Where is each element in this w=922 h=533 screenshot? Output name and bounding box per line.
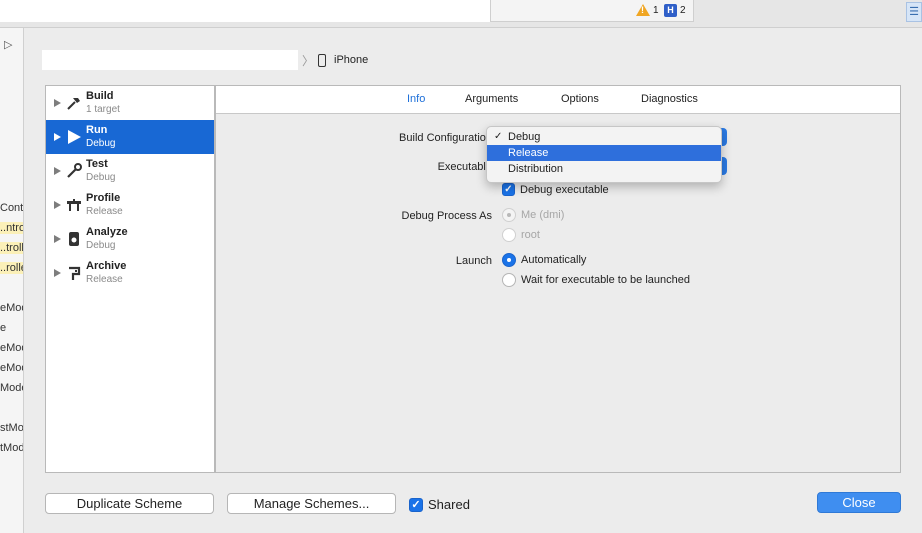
tab-options[interactable]: Options (561, 93, 599, 105)
launch-label: Launch (455, 255, 492, 267)
debug-process-root-label: root (521, 229, 540, 241)
menu-item-distribution[interactable]: Distribution (487, 161, 721, 177)
navigator-item[interactable]: ..ntrol (0, 222, 23, 234)
navigator-item[interactable]: Model (0, 382, 23, 394)
tab-arguments[interactable]: Arguments (465, 93, 518, 105)
menu-item-release[interactable]: Release (487, 145, 721, 161)
warning-count: 1 (653, 4, 659, 16)
checkmark-icon: ✓ (409, 497, 423, 512)
destination-label: iPhone (334, 54, 369, 66)
launch-automatically-radio[interactable]: Automatically (502, 253, 586, 267)
warning-icon (636, 4, 650, 16)
close-button[interactable]: Close (817, 492, 901, 513)
action-name: Run (86, 124, 108, 136)
scheme-name-field[interactable] (42, 50, 298, 70)
issue-icon: H (664, 4, 677, 17)
action-name: Build (86, 90, 114, 102)
navigator-item[interactable]: stMod (0, 422, 23, 434)
wrench-icon (66, 163, 82, 179)
action-run[interactable]: Run Debug (46, 120, 214, 154)
scheme-editor-sheet: 〉 iPhone Build 1 target Run Debug Test D… (25, 28, 922, 533)
action-analyze[interactable]: Analyze Debug (46, 222, 214, 256)
disclosure-triangle-icon[interactable] (54, 235, 61, 243)
issue-count-badge[interactable]: H 2 (664, 4, 686, 17)
play-icon (66, 129, 82, 145)
action-build[interactable]: Build 1 target (46, 86, 214, 120)
manage-schemes-button[interactable]: Manage Schemes... (227, 493, 396, 514)
radio-icon (502, 273, 516, 287)
scheme-selector[interactable]: 〉 iPhone (42, 50, 368, 70)
action-test[interactable]: Test Debug (46, 154, 214, 188)
navigator-item[interactable]: eMod (0, 342, 23, 354)
menu-item-label: Distribution (508, 163, 564, 175)
navigator-item[interactable]: eMode (0, 302, 23, 314)
radio-icon (502, 228, 516, 242)
debug-executable-label: Debug executable (520, 183, 609, 196)
menu-item-label: Debug (508, 131, 541, 143)
warning-count-badge[interactable]: 1 (636, 4, 659, 16)
action-subtitle: Debug (86, 240, 116, 251)
disclosure-triangle-icon[interactable] (54, 269, 61, 277)
navigator-item[interactable]: Contr (0, 202, 23, 214)
disclosure-triangle-icon[interactable] (54, 167, 61, 175)
action-subtitle: 1 target (86, 104, 120, 115)
folder-tab-icon[interactable]: ▷ (4, 38, 12, 51)
disclosure-triangle-icon[interactable] (54, 133, 61, 141)
hammer-icon (66, 95, 82, 111)
archive-icon (66, 265, 82, 281)
disclosure-triangle-icon[interactable] (54, 99, 61, 107)
editor-menu-icon[interactable]: ☰ (906, 2, 922, 22)
chevron-right-icon: 〉 (302, 53, 315, 68)
action-profile[interactable]: Profile Release (46, 188, 214, 222)
menu-item-label: Release (508, 147, 549, 159)
action-archive[interactable]: Archive Release (46, 256, 214, 290)
settings-tab-bar: Info Arguments Options Diagnostics (216, 86, 900, 114)
checkmark-icon: ✓ (494, 131, 503, 142)
duplicate-scheme-button[interactable]: Duplicate Scheme (45, 493, 214, 514)
scheme-actions-list: Build 1 target Run Debug Test Debug Prof… (45, 85, 215, 473)
launch-wait-label: Wait for executable to be launched (521, 274, 690, 286)
radio-icon (502, 253, 516, 267)
navigator-item[interactable]: tMod (0, 442, 23, 454)
debug-executable-checkbox[interactable]: ✓ Debug executable (502, 183, 609, 196)
build-configuration-label: Build Configuration (399, 132, 492, 144)
launch-automatically-label: Automatically (521, 254, 587, 266)
tab-info[interactable]: Info (407, 93, 425, 105)
radio-icon (502, 208, 516, 222)
debug-process-me-label: Me (dmi) (521, 209, 565, 221)
navigator-item[interactable]: ..trolle (0, 242, 23, 254)
debug-process-label: Debug Process As (401, 210, 493, 222)
navigator-item[interactable]: eMod (0, 362, 23, 374)
action-name: Analyze (86, 226, 128, 238)
build-configuration-menu: ✓ Debug Release Distribution (486, 126, 722, 183)
executable-label: Executable (437, 161, 492, 173)
action-name: Test (86, 158, 108, 170)
shared-label: Shared (428, 497, 470, 512)
profile-icon (66, 197, 82, 213)
shared-checkbox[interactable]: ✓ Shared (409, 497, 470, 512)
analyze-icon (66, 231, 82, 247)
project-navigator: ▷ Contr ..ntrol ..trolle ..rolle eMode e… (0, 28, 24, 533)
action-subtitle: Debug (86, 138, 116, 149)
tab-diagnostics[interactable]: Diagnostics (641, 93, 698, 105)
toolbar-blank-area (0, 0, 490, 22)
action-name: Archive (86, 260, 127, 272)
checkmark-icon: ✓ (502, 183, 515, 196)
action-subtitle: Release (86, 206, 123, 217)
issue-count: 2 (680, 5, 686, 16)
disclosure-triangle-icon[interactable] (54, 201, 61, 209)
menu-item-debug[interactable]: ✓ Debug (487, 129, 721, 145)
action-name: Profile (86, 192, 121, 204)
iphone-icon (318, 53, 327, 67)
debug-process-me-radio[interactable]: Me (dmi) (502, 208, 564, 222)
action-subtitle: Release (86, 274, 123, 285)
launch-wait-radio[interactable]: Wait for executable to be launched (502, 273, 690, 287)
action-subtitle: Debug (86, 172, 116, 183)
debug-process-root-radio[interactable]: root (502, 228, 540, 242)
window-toolbar: 1 H 2 ☰ (0, 0, 922, 28)
navigator-item[interactable]: ..rolle (0, 262, 23, 274)
navigator-item[interactable]: e (0, 322, 6, 334)
